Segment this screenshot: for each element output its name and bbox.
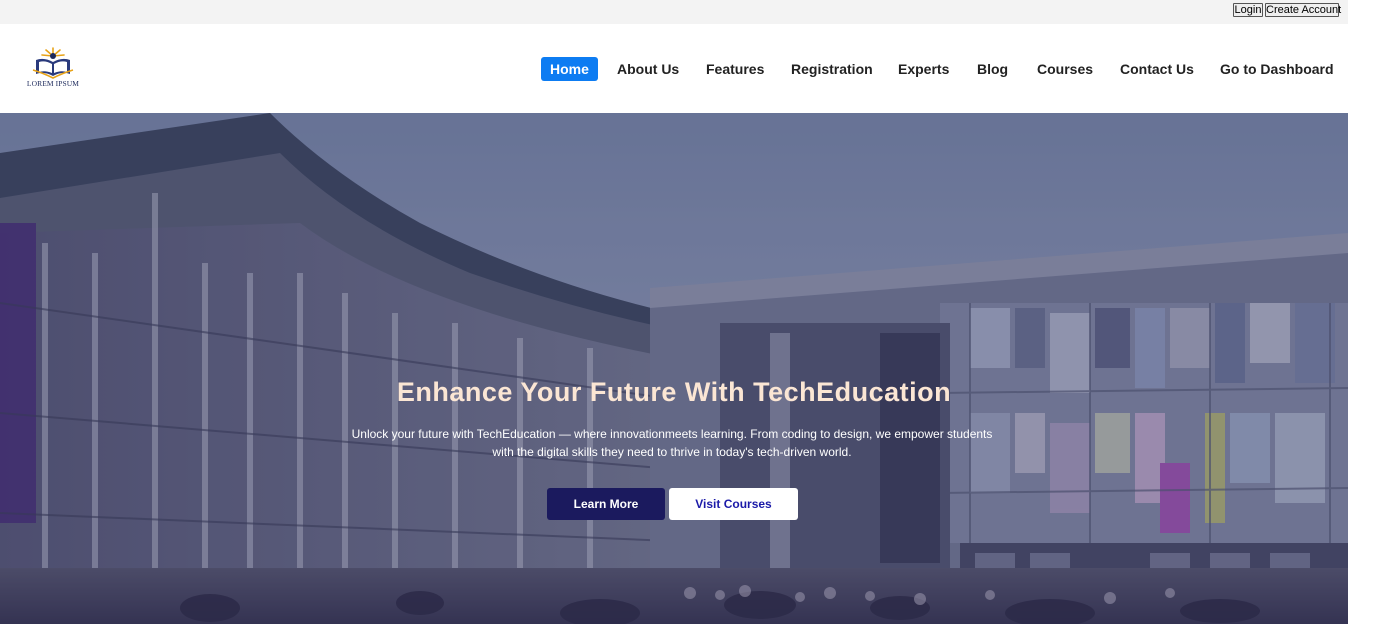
nav-item-go-to-dashboard[interactable]: Go to Dashboard	[1220, 57, 1334, 81]
nav-item-features[interactable]: Features	[706, 57, 764, 81]
hero-overlay	[0, 113, 1348, 624]
brand-logo[interactable]: LOREM IPSUM	[24, 46, 82, 92]
nav-item-about-us[interactable]: About Us	[617, 57, 679, 81]
nav-item-home[interactable]: Home	[541, 57, 598, 81]
book-logo-icon	[32, 47, 74, 79]
login-button[interactable]: Login	[1233, 3, 1263, 17]
site-header: LOREM IPSUM Home About Us Features Regis…	[0, 24, 1348, 113]
hero-title: Enhance Your Future With TechEducation	[396, 377, 952, 407]
nav-item-contact-us[interactable]: Contact Us	[1120, 57, 1194, 81]
top-utility-bar: Login Create Account	[0, 0, 1348, 24]
brand-logo-text: LOREM IPSUM	[26, 79, 80, 88]
nav-item-courses[interactable]: Courses	[1037, 57, 1093, 81]
visit-courses-button[interactable]: Visit Courses	[669, 488, 798, 520]
nav-item-experts[interactable]: Experts	[898, 57, 949, 81]
hero-subtitle: Unlock your future with TechEducation — …	[351, 427, 993, 459]
nav-item-registration[interactable]: Registration	[791, 57, 873, 81]
hero-section: Enhance Your Future With TechEducation U…	[0, 113, 1348, 624]
create-account-button[interactable]: Create Account	[1265, 3, 1341, 17]
learn-more-button[interactable]: Learn More	[547, 488, 665, 520]
nav-item-blog[interactable]: Blog	[977, 57, 1008, 81]
